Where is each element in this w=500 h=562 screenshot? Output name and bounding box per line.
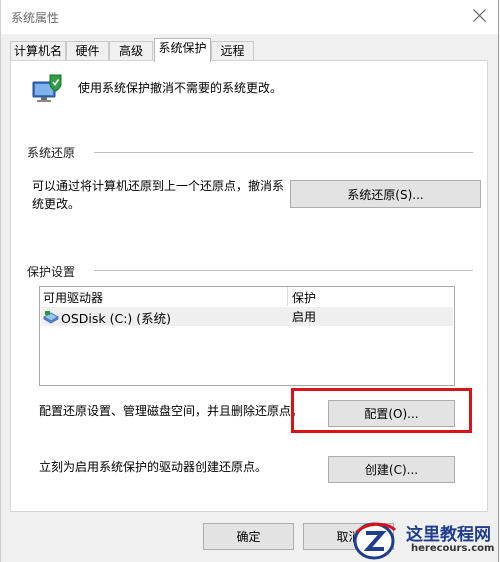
configure-button[interactable]: 配置(O)... bbox=[328, 400, 455, 427]
configure-description: 配置还原设置、管理磁盘空间，并且删除还原点。 bbox=[39, 404, 304, 418]
window-title: 系统属性 bbox=[11, 11, 60, 25]
watermark-logo-icon bbox=[353, 522, 397, 560]
watermark: 这里教程网 herecours.com bbox=[351, 517, 500, 562]
column-separator[interactable] bbox=[287, 287, 288, 306]
close-icon[interactable] bbox=[468, 4, 492, 28]
intro-text: 使用系统保护撤消不需要的系统更改。 bbox=[78, 81, 283, 95]
column-header-drives[interactable]: 可用驱动器 bbox=[43, 289, 103, 306]
tab-remote[interactable]: 远程 bbox=[211, 41, 254, 60]
protection-settings-heading: 保护设置 bbox=[27, 265, 76, 279]
list-header: 可用驱动器 保护 bbox=[40, 287, 454, 306]
tab-advanced[interactable]: 高级 bbox=[109, 41, 153, 60]
system-protection-panel: 使用系统保护撤消不需要的系统更改。 系统还原 可以通过将计算机还原到上一个还原点… bbox=[10, 60, 488, 512]
tab-hardware[interactable]: 硬件 bbox=[66, 41, 109, 60]
drive-name: OSDisk (C:) (系统) bbox=[61, 311, 172, 326]
system-restore-heading: 系统还原 bbox=[27, 146, 76, 160]
drive-row[interactable]: OSDisk (C:) (系统) 启用 bbox=[41, 307, 453, 326]
system-restore-button[interactable]: 系统还原(S)... bbox=[290, 180, 481, 208]
tab-computer-name[interactable]: 计算机名 bbox=[10, 41, 66, 60]
system-properties-dialog: 系统属性 计算机名 硬件 高级 系统保护 远程 使用系统保护撤消不需要的系统更改… bbox=[0, 0, 499, 562]
drive-list[interactable]: 可用驱动器 保护 OSDisk (C:) (系统) 启用 bbox=[39, 286, 455, 386]
column-header-protection[interactable]: 保护 bbox=[292, 289, 316, 306]
title-bar: 系统属性 bbox=[1, 0, 498, 34]
system-restore-description: 可以通过将计算机还原到上一个还原点，撤消系 统更改。 bbox=[32, 179, 285, 211]
divider bbox=[94, 152, 473, 153]
create-button[interactable]: 创建(C)... bbox=[328, 456, 455, 483]
watermark-name: 这里教程网 bbox=[406, 525, 491, 545]
watermark-url: herecours.com bbox=[411, 543, 495, 554]
drive-protection-status: 启用 bbox=[292, 310, 317, 324]
create-description: 立刻为启用系统保护的驱动器创建还原点。 bbox=[39, 460, 268, 474]
tab-system-protection[interactable]: 系统保护 bbox=[154, 38, 211, 62]
drive-icon bbox=[43, 311, 59, 324]
ok-button[interactable]: 确定 bbox=[203, 523, 294, 550]
system-protection-icon bbox=[32, 74, 62, 102]
divider bbox=[94, 270, 473, 271]
